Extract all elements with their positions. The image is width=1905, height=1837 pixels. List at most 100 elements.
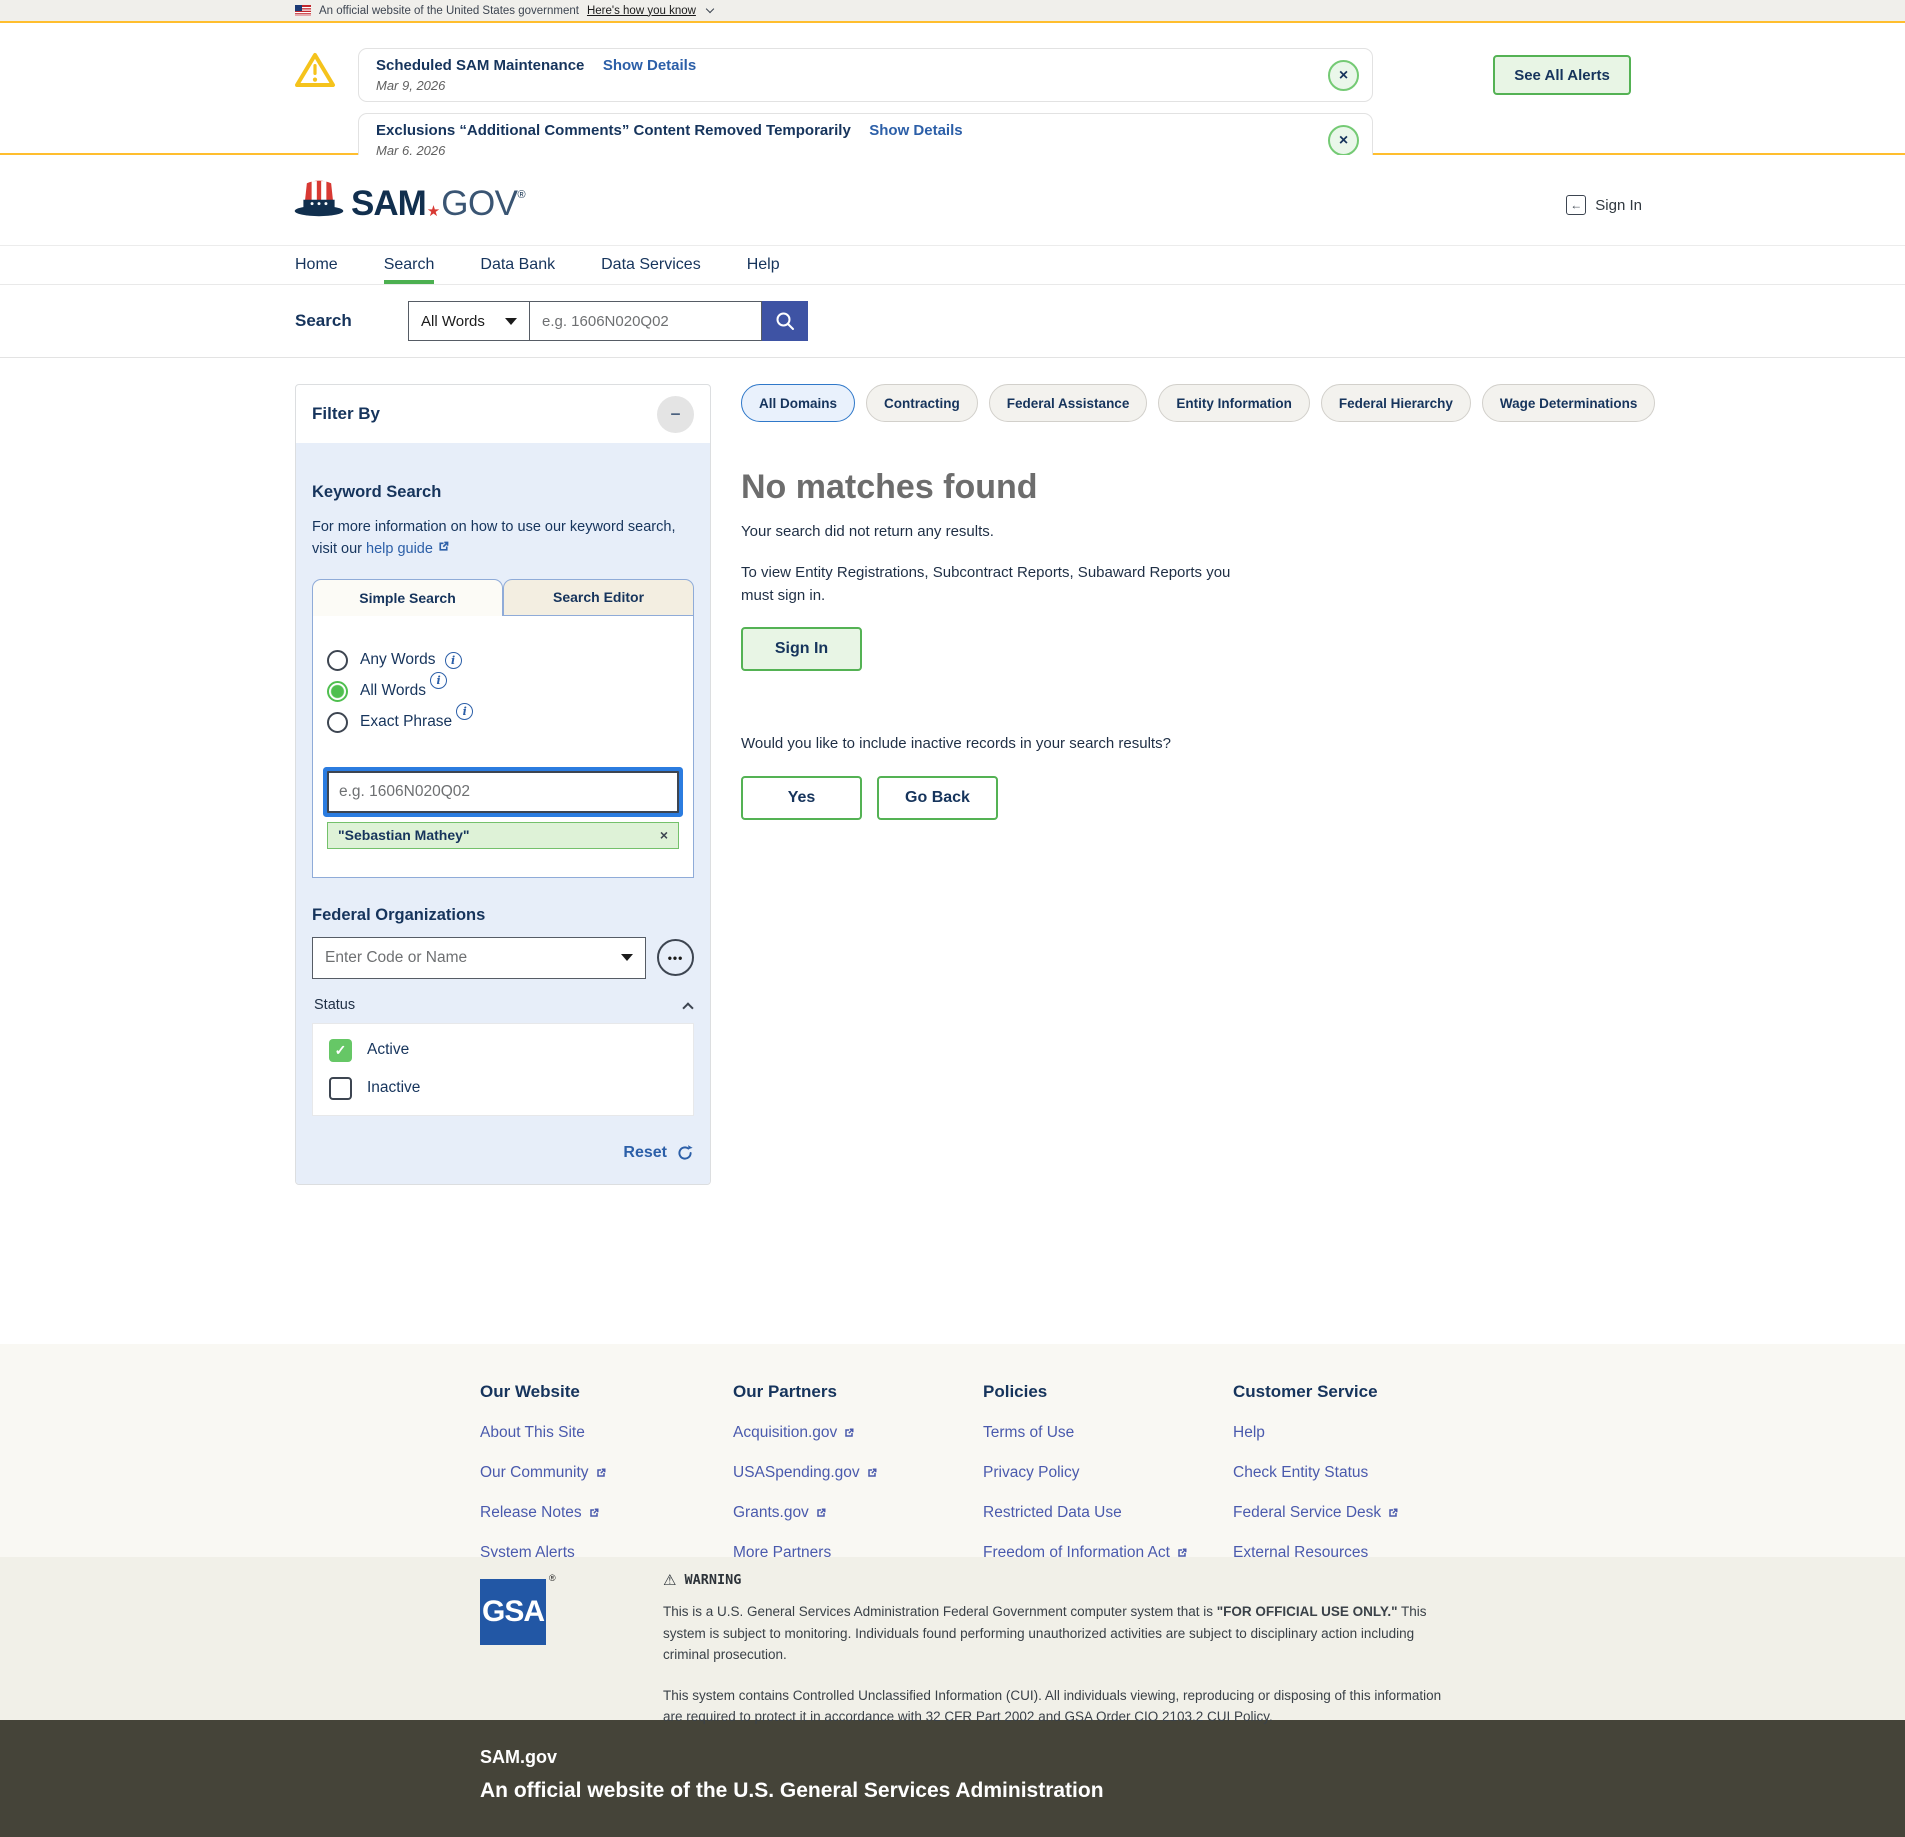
checkbox-active[interactable]: ✓ bbox=[329, 1039, 352, 1062]
collapse-filters-button[interactable]: − bbox=[657, 396, 694, 433]
external-link-icon bbox=[866, 1467, 878, 1479]
external-link-icon bbox=[588, 1507, 600, 1519]
site-footer: SAM.gov An official website of the U.S. … bbox=[0, 1720, 1905, 1837]
sign-in-button[interactable]: Sign In bbox=[741, 627, 862, 671]
search-results: All Domains Contracting Federal Assistan… bbox=[741, 384, 1581, 820]
minus-icon: − bbox=[670, 404, 681, 425]
tab-search-editor[interactable]: Search Editor bbox=[503, 579, 694, 616]
info-icon[interactable]: i bbox=[445, 652, 462, 669]
gsa-warning-section: GSA ® ⚠ WARNING This is a U.S. General S… bbox=[0, 1557, 1905, 1720]
domain-tab-federal-hierarchy[interactable]: Federal Hierarchy bbox=[1321, 384, 1471, 422]
footer-link[interactable]: Restricted Data Use bbox=[983, 1504, 1233, 1522]
footer-link[interactable]: Help bbox=[1233, 1424, 1486, 1442]
more-options-button[interactable]: ••• bbox=[657, 939, 694, 976]
footer-link[interactable]: Our Community bbox=[480, 1464, 733, 1482]
search-input[interactable] bbox=[530, 301, 762, 341]
search-button[interactable] bbox=[762, 301, 808, 341]
gov-banner-text: An official website of the United States… bbox=[319, 5, 579, 17]
site-header: SAM ★ GOV ® ← Sign In bbox=[0, 155, 1905, 245]
warning-icon: ⚠ bbox=[663, 1571, 676, 1589]
nav-item-search[interactable]: Search bbox=[384, 246, 435, 284]
footer-column-customer-service: Customer Service Help Check Entity Statu… bbox=[1233, 1382, 1486, 1557]
footer-link[interactable]: USASpending.gov bbox=[733, 1464, 983, 1482]
info-icon[interactable]: i bbox=[456, 703, 473, 720]
close-alert-button[interactable]: × bbox=[1328, 125, 1359, 156]
close-icon: × bbox=[1339, 67, 1348, 85]
footer-link[interactable]: Terms of Use bbox=[983, 1424, 1233, 1442]
gsa-registered-mark: ® bbox=[549, 1573, 556, 1583]
status-accordion-header[interactable]: Status bbox=[314, 997, 692, 1013]
footer-link[interactable]: Acquisition.gov bbox=[733, 1424, 983, 1442]
federal-org-combobox[interactable]: Enter Code or Name bbox=[312, 937, 646, 979]
radio-label: All Words bbox=[360, 682, 426, 700]
footer-link[interactable]: Federal Service Desk bbox=[1233, 1504, 1486, 1522]
federal-org-placeholder: Enter Code or Name bbox=[325, 949, 467, 967]
footer-link[interactable]: Release Notes bbox=[480, 1504, 733, 1522]
external-link-icon bbox=[843, 1427, 855, 1439]
show-details-link[interactable]: Show Details bbox=[603, 57, 696, 74]
how-you-know-link[interactable]: Here's how you know bbox=[587, 5, 696, 17]
sign-in-icon: ← bbox=[1566, 195, 1586, 215]
radio-any-words[interactable] bbox=[327, 650, 348, 671]
external-link-icon bbox=[595, 1467, 607, 1479]
reset-label: Reset bbox=[623, 1144, 667, 1162]
footer-link[interactable]: About This Site bbox=[480, 1424, 733, 1442]
logo-sam-text: SAM bbox=[351, 186, 426, 221]
logo-star-icon: ★ bbox=[427, 204, 440, 219]
search-label: Search bbox=[295, 311, 408, 331]
sign-in-required-message: To view Entity Registrations, Subcontrac… bbox=[741, 562, 1246, 607]
keyword-chip-label: "Sebastian Mathey" bbox=[338, 827, 470, 843]
site-footer-tagline: An official website of the U.S. General … bbox=[480, 1779, 1905, 1803]
domain-tab-contracting[interactable]: Contracting bbox=[866, 384, 978, 422]
search-scope-select[interactable]: All Words bbox=[408, 301, 530, 341]
radio-all-words[interactable] bbox=[327, 681, 348, 702]
search-scope-value: All Words bbox=[421, 313, 485, 330]
nav-item-data-bank[interactable]: Data Bank bbox=[480, 246, 555, 284]
status-options: ✓ Active Inactive bbox=[312, 1023, 694, 1116]
domain-tab-wage-determinations[interactable]: Wage Determinations bbox=[1482, 384, 1656, 422]
logo-gov-text: GOV bbox=[441, 186, 517, 221]
footer-links-section: Our Website About This Site Our Communit… bbox=[0, 1344, 1905, 1557]
checkbox-inactive[interactable] bbox=[329, 1077, 352, 1100]
radio-exact-phrase[interactable] bbox=[327, 712, 348, 733]
help-guide-link[interactable]: help guide bbox=[366, 541, 433, 557]
domain-tab-all-domains[interactable]: All Domains bbox=[741, 384, 855, 422]
alerts-section: Scheduled SAM Maintenance Show Details M… bbox=[0, 23, 1905, 155]
status-label: Status bbox=[314, 997, 355, 1013]
keyword-input[interactable] bbox=[327, 771, 679, 813]
nav-item-home[interactable]: Home bbox=[295, 246, 338, 284]
footer-link[interactable]: Privacy Policy bbox=[983, 1464, 1233, 1482]
tab-simple-search[interactable]: Simple Search bbox=[312, 579, 503, 616]
remove-chip-button[interactable]: × bbox=[660, 827, 668, 843]
go-back-button[interactable]: Go Back bbox=[877, 776, 998, 820]
footer-link[interactable]: Check Entity Status bbox=[1233, 1464, 1486, 1482]
footer-link[interactable]: Grants.gov bbox=[733, 1504, 983, 1522]
reset-filters-link[interactable]: Reset bbox=[312, 1144, 694, 1162]
header-sign-in-link[interactable]: ← Sign In bbox=[1566, 195, 1642, 215]
footer-column-heading: Our Partners bbox=[733, 1382, 983, 1402]
nav-item-help[interactable]: Help bbox=[747, 246, 780, 284]
gsa-logo: GSA bbox=[480, 1579, 546, 1645]
radio-label: Any Words bbox=[360, 651, 436, 669]
see-all-alerts-button[interactable]: See All Alerts bbox=[1493, 55, 1631, 95]
close-icon: × bbox=[1339, 132, 1348, 150]
checkbox-label: Active bbox=[367, 1041, 409, 1059]
footer-column-heading: Policies bbox=[983, 1382, 1233, 1402]
keyword-tabs: Simple Search Search Editor bbox=[312, 579, 694, 616]
domain-tab-entity-information[interactable]: Entity Information bbox=[1158, 384, 1310, 422]
refresh-icon bbox=[676, 1144, 694, 1162]
domain-tab-federal-assistance[interactable]: Federal Assistance bbox=[989, 384, 1148, 422]
info-icon[interactable]: i bbox=[430, 672, 447, 689]
federal-organizations-heading: Federal Organizations bbox=[312, 906, 694, 925]
filter-title: Filter By bbox=[312, 404, 380, 424]
warning-paragraph-1: This is a U.S. General Services Administ… bbox=[663, 1601, 1455, 1666]
show-details-link[interactable]: Show Details bbox=[869, 122, 962, 139]
ellipsis-icon: ••• bbox=[668, 951, 684, 965]
nav-item-data-services[interactable]: Data Services bbox=[601, 246, 701, 284]
external-link-icon bbox=[437, 540, 450, 553]
search-icon bbox=[774, 310, 796, 332]
yes-button[interactable]: Yes bbox=[741, 776, 862, 820]
close-alert-button[interactable]: × bbox=[1328, 60, 1359, 91]
sam-gov-logo[interactable]: SAM ★ GOV ® bbox=[293, 175, 526, 221]
footer-column-heading: Customer Service bbox=[1233, 1382, 1486, 1402]
